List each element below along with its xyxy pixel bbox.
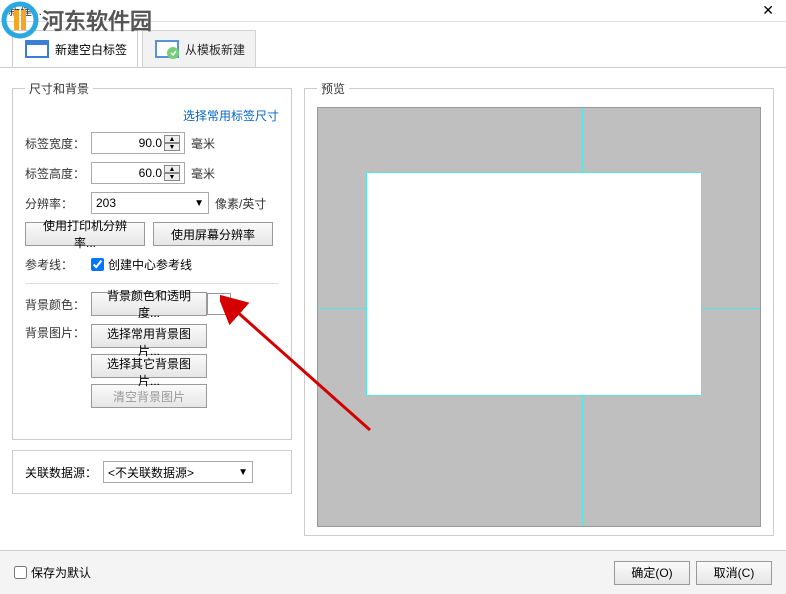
blank-label-icon: [23, 35, 51, 63]
resolution-label: 分辨率：: [25, 195, 91, 212]
data-source-combo[interactable]: <不关联数据源> ▼: [103, 461, 253, 483]
width-label: 标签宽度：: [25, 135, 91, 152]
window-title: 新建...: [8, 2, 42, 19]
template-icon: [153, 35, 181, 63]
use-screen-res-button[interactable]: 使用屏幕分辨率: [153, 222, 273, 246]
bg-image-label: 背景图片：: [25, 324, 91, 341]
tab-template[interactable]: 从模板新建: [142, 30, 256, 67]
bg-color-swatch[interactable]: [207, 293, 231, 315]
height-spinner[interactable]: ▲▼: [164, 165, 180, 181]
preview-canvas-area: [317, 107, 761, 527]
guide-checkbox[interactable]: [91, 258, 104, 271]
save-default-checkbox[interactable]: [14, 566, 27, 579]
data-source-value: <不关联数据源>: [108, 464, 194, 481]
height-input[interactable]: ▲▼: [91, 162, 185, 184]
tab-template-text: 从模板新建: [185, 41, 245, 58]
preview-group: 预览: [304, 80, 774, 536]
save-default-text: 保存为默认: [31, 564, 91, 581]
resolution-unit: 像素/英寸: [215, 195, 266, 212]
resolution-value: 203: [96, 196, 116, 210]
preview-legend: 预览: [317, 80, 349, 97]
height-unit: 毫米: [191, 165, 215, 182]
width-field[interactable]: [92, 136, 162, 150]
data-source-label: 关联数据源：: [25, 464, 103, 481]
bg-color-button[interactable]: 背景颜色和透明度...: [91, 292, 207, 316]
label-canvas: [366, 172, 702, 396]
width-unit: 毫米: [191, 135, 215, 152]
ok-button[interactable]: 确定(O): [614, 561, 690, 585]
footer: 保存为默认 确定(O) 取消(C): [0, 550, 786, 594]
tab-bar: 新建空白标签 从模板新建: [0, 26, 786, 68]
title-bar: 新建... ✕: [0, 0, 786, 22]
bg-image-other-button[interactable]: 选择其它背景图片...: [91, 354, 207, 378]
tab-blank-label[interactable]: 新建空白标签: [12, 30, 138, 67]
guide-label: 参考线：: [25, 256, 91, 273]
height-field[interactable]: [92, 166, 162, 180]
height-label: 标签高度：: [25, 165, 91, 182]
common-size-link[interactable]: 选择常用标签尺寸: [183, 109, 279, 123]
bg-image-common-button[interactable]: 选择常用背景图片...: [91, 324, 207, 348]
data-source-group: 关联数据源： <不关联数据源> ▼: [12, 450, 292, 494]
use-printer-res-button[interactable]: 使用打印机分辨率...: [25, 222, 145, 246]
guide-check-label: 创建中心参考线: [108, 256, 192, 273]
close-icon[interactable]: ✕: [758, 2, 778, 19]
width-input[interactable]: ▲▼: [91, 132, 185, 154]
chevron-down-icon: ▼: [238, 467, 248, 478]
cancel-button[interactable]: 取消(C): [696, 561, 772, 585]
bg-image-clear-button: 清空背景图片: [91, 384, 207, 408]
size-group-legend: 尺寸和背景: [25, 80, 93, 97]
width-spinner[interactable]: ▲▼: [164, 135, 180, 151]
chevron-down-icon: ▼: [194, 198, 204, 209]
resolution-combo[interactable]: 203 ▼: [91, 192, 209, 214]
size-background-group: 尺寸和背景 选择常用标签尺寸 标签宽度： ▲▼ 毫米 标签高度： ▲▼ 毫米: [12, 80, 292, 440]
save-default-label[interactable]: 保存为默认: [14, 564, 91, 581]
bg-color-label: 背景颜色：: [25, 296, 91, 313]
tab-blank-text: 新建空白标签: [55, 41, 127, 58]
